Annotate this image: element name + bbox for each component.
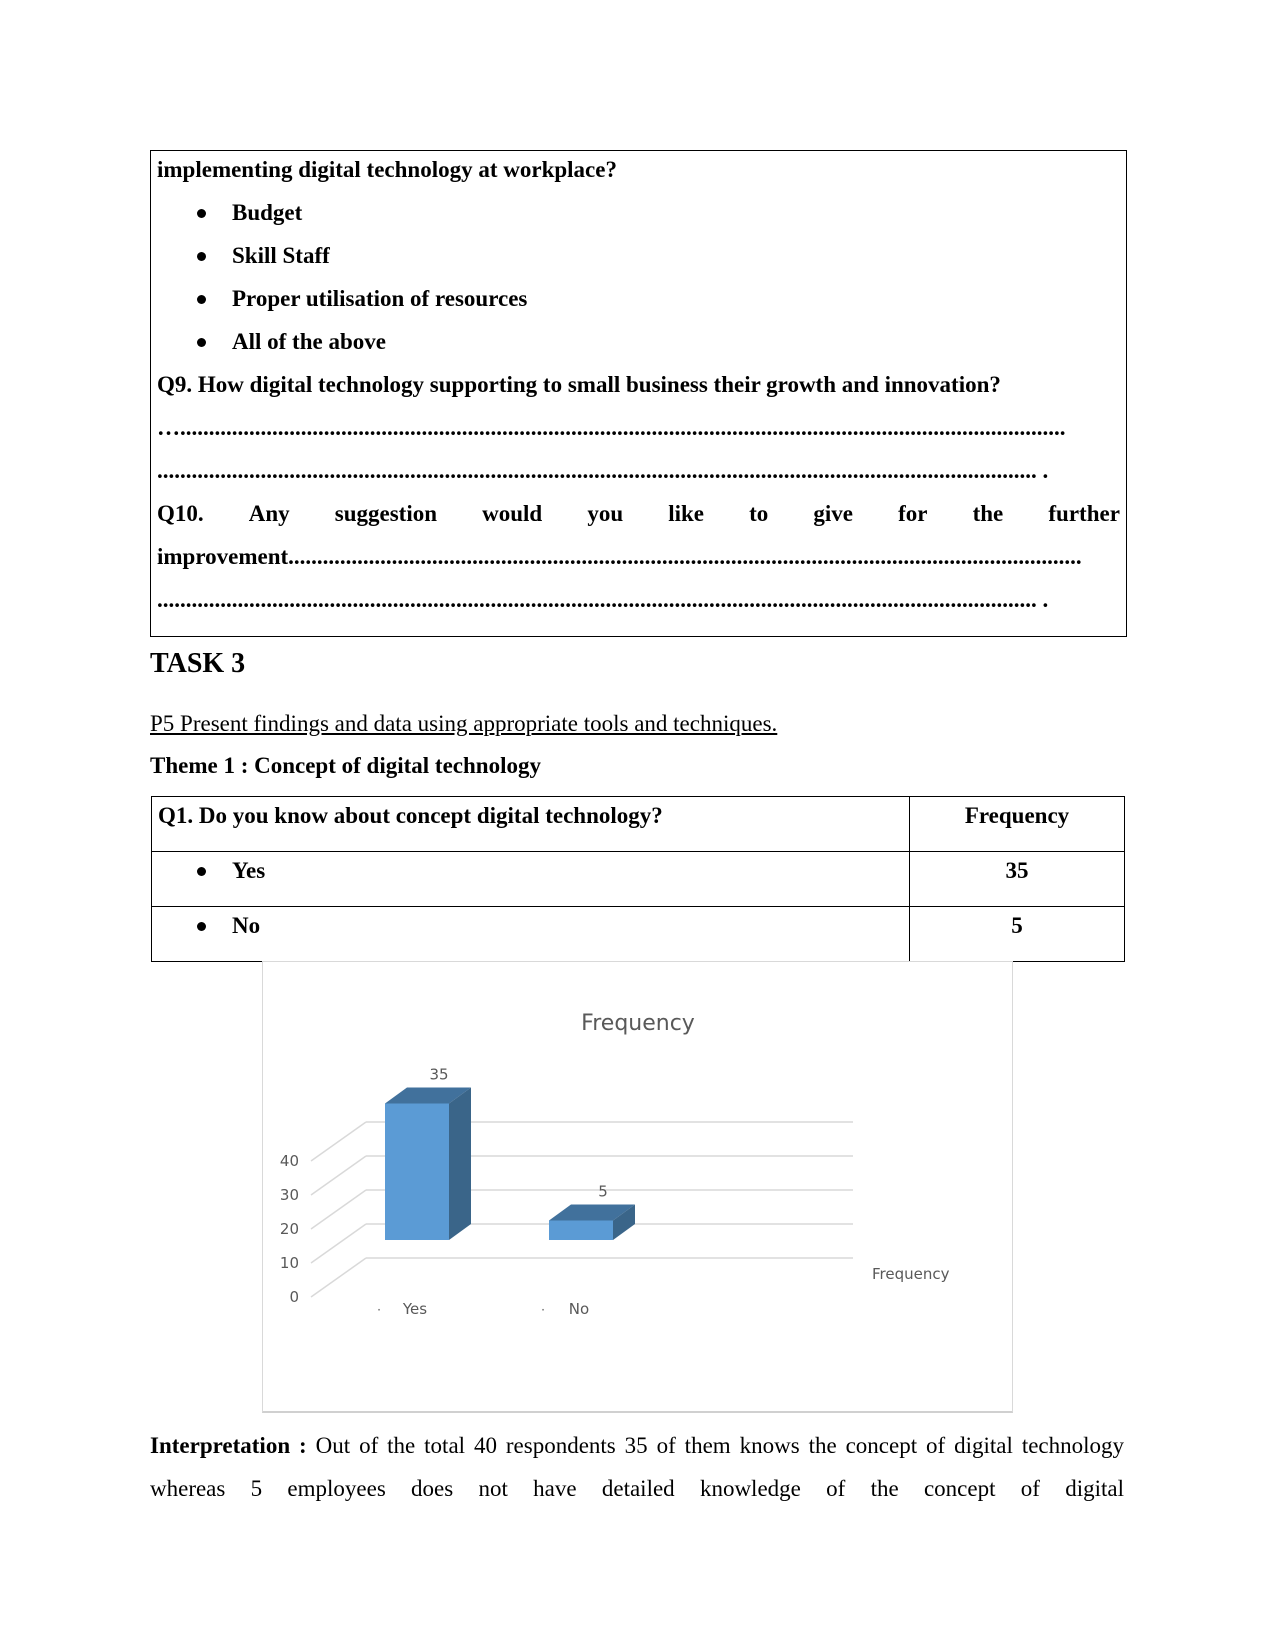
table-row: Yes 35 [151,851,1125,907]
bar-no [549,1220,613,1240]
q10-word: suggestion [334,501,438,526]
bullet-icon [197,867,206,876]
q10-word: the [972,501,1004,526]
bar-yes [385,1103,449,1240]
p5-objective-link[interactable]: P5 Present findings and data using appro… [150,711,777,737]
survey-question-box: implementing digital technology at workp… [150,150,1127,637]
legend-entry: Frequency [872,1265,950,1283]
q9-answer-line-1[interactable]: ….......................................… [157,413,1120,443]
q10-word: give [813,501,854,526]
answer-cell: No [151,906,910,962]
gridline-diagonal [310,1257,367,1298]
frequency-header: Frequency [909,796,1125,852]
q10-word: Any [248,501,290,526]
y-tick-label: 30 [280,1186,299,1204]
q10-word: would [482,501,543,526]
q10-word: like [668,501,705,526]
q8-continuation: implementing digital technology at workp… [157,157,617,182]
answer-cell: Yes [151,851,910,907]
chart-title: Frequency [581,1011,695,1036]
category-marker: · [377,1303,381,1317]
bullet-icon [197,209,206,218]
table-row: No 5 [151,906,1125,962]
q9-answer-line-2[interactable]: ........................................… [157,456,1120,486]
chart-bars [385,1087,635,1240]
y-tick-label: 10 [280,1254,299,1272]
category-marker: · [541,1303,545,1317]
data-label: 5 [598,1183,608,1201]
gridline-diagonal [310,1121,367,1162]
table-header-row: Q1. Do you know about concept digital te… [151,796,1125,852]
bullet-icon [197,922,206,931]
x-tick-label: Yes [402,1300,427,1318]
gridline-diagonal [310,1223,367,1264]
data-label: 35 [429,1066,448,1084]
q10-question-line-1: Q10. Any suggestion would you like to gi… [157,499,1120,529]
theme-heading: Theme 1 : Concept of digital technology [150,753,541,778]
frequency-value: 5 [909,906,1125,962]
interpretation-label: Interpretation : [150,1433,307,1458]
bullet-icon [197,252,206,261]
y-axis-ticks: 0 10 20 30 40 [280,1152,299,1306]
q10-word: further [1048,501,1120,526]
q10-word: to [749,501,769,526]
chart-canvas: Frequency 0 10 20 30 40 35 · Yes 5 · No Frequency [280,1011,950,1318]
bar-side [449,1087,471,1240]
frequency-chart: Frequency 0 10 20 30 40 35 · Yes 5 · No Frequency [262,961,1013,1413]
y-tick-label: 40 [280,1152,299,1170]
question-header: Q1. Do you know about concept digital te… [151,796,910,852]
gridline-diagonal [310,1189,367,1230]
frequency-value: 35 [909,851,1125,907]
q9-question: Q9. How digital technology supporting to… [157,372,1001,397]
bullet-icon [197,295,206,304]
answer-label: No [232,913,261,938]
bullet-icon [197,338,206,347]
interpretation-paragraph: Interpretation : Out of the total 40 res… [150,1424,1124,1510]
q10-answer-line[interactable]: ........................................… [157,585,1120,615]
q10-word: you [587,501,624,526]
q10-word: Q10. [157,501,204,526]
y-tick-label: 0 [289,1288,299,1306]
gridline-diagonal [310,1155,367,1196]
task-heading: TASK 3 [150,648,246,679]
q10-word: for [898,501,928,526]
y-tick-label: 20 [280,1220,299,1238]
frequency-table: Q1. Do you know about concept digital te… [151,796,1125,962]
q10-question-line-2[interactable]: improvement.............................… [157,542,1120,572]
x-tick-label: No [569,1300,589,1318]
answer-label: Yes [232,858,266,883]
